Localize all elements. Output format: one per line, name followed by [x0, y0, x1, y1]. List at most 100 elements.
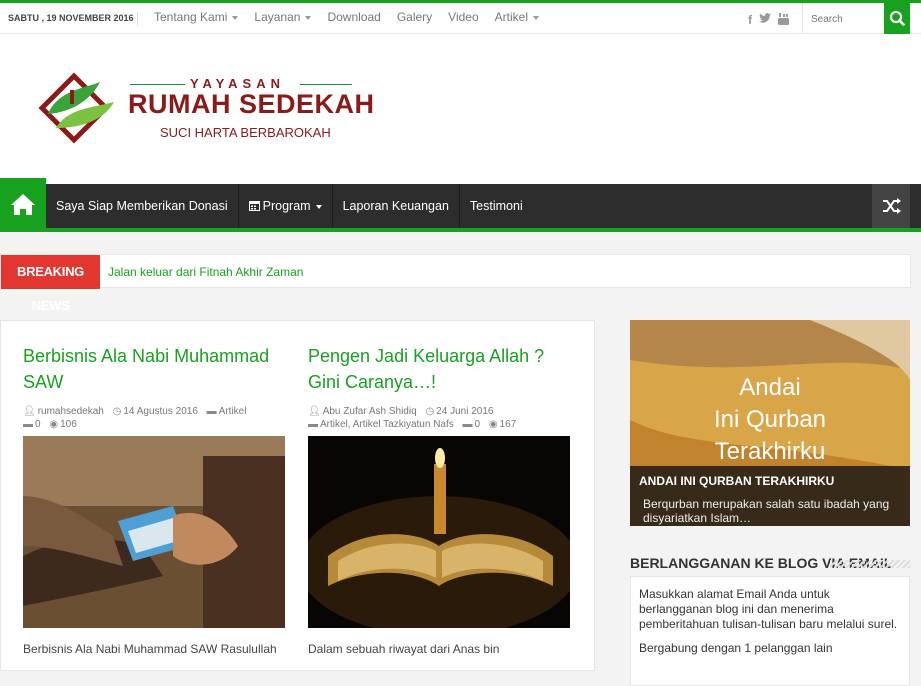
post-author-name: rumahsedekah [37, 406, 104, 417]
breaking-news-bar: BREAKING NEWS Jalan keluar dari Fitnah A… [0, 254, 911, 313]
post-card: Berbisnis Ala Nabi Muhammad SAW 👤︎ rumahs… [23, 321, 285, 656]
nav-program[interactable]: Program [239, 184, 333, 228]
post-meta: 👤︎ Abu Zufar Ash Shidiq ◷ 24 Juni 2016 ▬ Ar… [308, 405, 570, 431]
post-comments[interactable]: ▬ 0 [463, 419, 481, 430]
post-meta: 👤︎ rumahsedekah ◷ 14 Agustus 2016 ▬ Artikel… [23, 405, 285, 431]
post-comments-count: 0 [35, 419, 41, 430]
post-comments[interactable]: ▬ 0 [23, 419, 41, 430]
post-author[interactable]: 👤︎ rumahsedekah [23, 406, 104, 417]
current-date: SABTU , 19 NOVEMBER 2016 [8, 13, 134, 23]
user-icon: 👤︎ [23, 406, 36, 417]
post-date: ◷ 24 Juni 2016 [425, 406, 493, 417]
top-menu-artikel[interactable]: Artikel [495, 10, 539, 24]
post-card: Pengen Jadi Keluarga Allah ? Gini Carany… [299, 321, 579, 656]
post-views: ◉ 167 [489, 419, 516, 430]
post-author[interactable]: 👤︎ Abu Zufar Ash Shidiq [308, 406, 417, 417]
featured-description: Berqurban merupakan salah satu ibadah ya… [643, 497, 890, 525]
post-image-handshake [23, 436, 285, 628]
post-image-quran-candle [299, 436, 579, 636]
nav-laporan-keuangan[interactable]: Laporan Keuangan [333, 184, 460, 228]
eye-icon: ◉ [488, 419, 498, 430]
featured-caption: ANDAI INI QURBAN TERAKHIRKU Berqurban me… [630, 466, 910, 526]
logo-tagline: SUCI HARTA BERBAROKAH [160, 125, 331, 140]
post-title[interactable]: Berbisnis Ala Nabi Muhammad SAW [23, 343, 285, 395]
social-links: f [748, 13, 789, 28]
post-category-text: Artikel, Artikel Tazkiyatun Nafs [320, 419, 454, 430]
nav-donasi[interactable]: Saya Siap Memberikan Donasi [46, 184, 239, 228]
search-icon [889, 10, 905, 26]
post-author-name: Abu Zufar Ash Shidiq [322, 406, 417, 417]
top-menu-label: Video [448, 10, 479, 24]
comments-icon: ▬ [462, 419, 473, 430]
subscribe-widget-title: BERLANGGANAN KE BLOG VIA EMAIL [630, 555, 910, 573]
featured-image-text: Andai [739, 374, 801, 401]
top-menu-label: Download [327, 10, 381, 24]
post-date-text: 24 Juni 2016 [436, 406, 494, 417]
search-button[interactable] [884, 3, 910, 34]
caret-down-icon [305, 15, 312, 20]
subscribe-text: Masukkan alamat Email Anda untuk berlang… [639, 587, 898, 631]
folder-icon: ▬ [206, 406, 217, 417]
nav-label: Testimoni [469, 199, 523, 213]
nav-label: Laporan Keuangan [342, 199, 449, 213]
top-menu-label: Tentang Kami [154, 10, 228, 24]
facebook-icon[interactable]: f [748, 13, 752, 28]
caret-down-icon [232, 15, 239, 20]
top-menu: Tentang Kami Layanan Download Galery Vid… [154, 10, 539, 24]
post-views-count: 167 [499, 419, 517, 430]
header-logo-area: YAYASAN RUMAH SEDEKAH SUCI HARTA BERBARO… [0, 34, 921, 184]
divider [137, 12, 138, 26]
top-menu-galery[interactable]: Galery [397, 10, 432, 24]
search-box [802, 3, 889, 34]
nav-testimoni[interactable]: Testimoni [460, 184, 533, 228]
subscriber-count: Bergabung dengan 1 pelanggan lain [639, 641, 833, 655]
folder-icon: ▬ [308, 419, 318, 430]
nav-label: Program [262, 199, 311, 213]
recent-posts: Berbisnis Ala Nabi Muhammad SAW 👤︎ rumahs… [0, 320, 595, 671]
top-menu-video[interactable]: Video [448, 10, 478, 24]
eye-icon: ◉ [49, 419, 59, 430]
comments-icon: ▬ [23, 419, 33, 430]
featured-title[interactable]: ANDAI INI QURBAN TERAKHIRKU [639, 474, 834, 488]
search-input[interactable] [811, 5, 889, 33]
logo-mark-icon [38, 72, 114, 144]
top-menu-download[interactable]: Download [327, 10, 380, 24]
logo-rule-right [300, 84, 352, 85]
breaking-news-label: BREAKING NEWS [1, 255, 100, 313]
featured-post[interactable]: Andai Ini Qurban Terakhirku ANDAI INI QU… [630, 320, 910, 526]
logo-title: RUMAH SEDEKAH [128, 89, 375, 119]
shuffle-icon [883, 198, 901, 214]
youtube-icon[interactable] [778, 13, 789, 28]
random-post-button[interactable] [872, 184, 910, 228]
post-excerpt: Dalam sebuah riwayat dari Anas bin [308, 642, 500, 656]
top-menu-tentang-kami[interactable]: Tentang Kami [154, 10, 239, 24]
post-thumbnail[interactable] [299, 436, 579, 636]
featured-image-text: Terakhirku [714, 438, 826, 465]
logo-rule-left [130, 84, 185, 85]
top-menu-label: Galery [396, 10, 433, 24]
main-navigation: Saya Siap Memberikan Donasi Program Lapo… [0, 178, 921, 232]
post-title[interactable]: Pengen Jadi Keluarga Allah ? Gini Carany… [308, 343, 570, 395]
clock-icon: ◷ [425, 406, 435, 417]
twitter-icon[interactable] [759, 13, 771, 28]
user-icon: 👤︎ [308, 406, 321, 417]
title-stripes [830, 560, 910, 568]
breaking-news-link[interactable]: Jalan keluar dari Fitnah Akhir Zaman [108, 265, 303, 279]
home-button[interactable] [0, 178, 46, 232]
featured-image-text: Ini Qurban [713, 406, 827, 433]
post-views: ◉ 106 [49, 419, 76, 430]
post-thumbnail[interactable] [23, 436, 285, 628]
top-menu-label: Layanan [254, 10, 301, 24]
top-menu-layanan[interactable]: Layanan [254, 10, 312, 24]
post-category-text: Artikel [218, 406, 247, 417]
post-comments-count: 0 [474, 419, 481, 430]
post-category[interactable]: ▬ Artikel, Artikel Tazkiyatun Nafs [308, 419, 454, 430]
post-views-count: 106 [60, 419, 77, 430]
sidebar: Andai Ini Qurban Terakhirku ANDAI INI QU… [630, 320, 910, 686]
post-date: ◷ 14 Agustus 2016 [113, 406, 198, 417]
post-excerpt: Berbisnis Ala Nabi Muhammad SAW Rasulull… [23, 642, 277, 656]
home-icon [11, 194, 35, 215]
caret-down-icon [315, 204, 322, 209]
post-category[interactable]: ▬ Artikel [207, 406, 247, 417]
clock-icon: ◷ [112, 406, 122, 417]
